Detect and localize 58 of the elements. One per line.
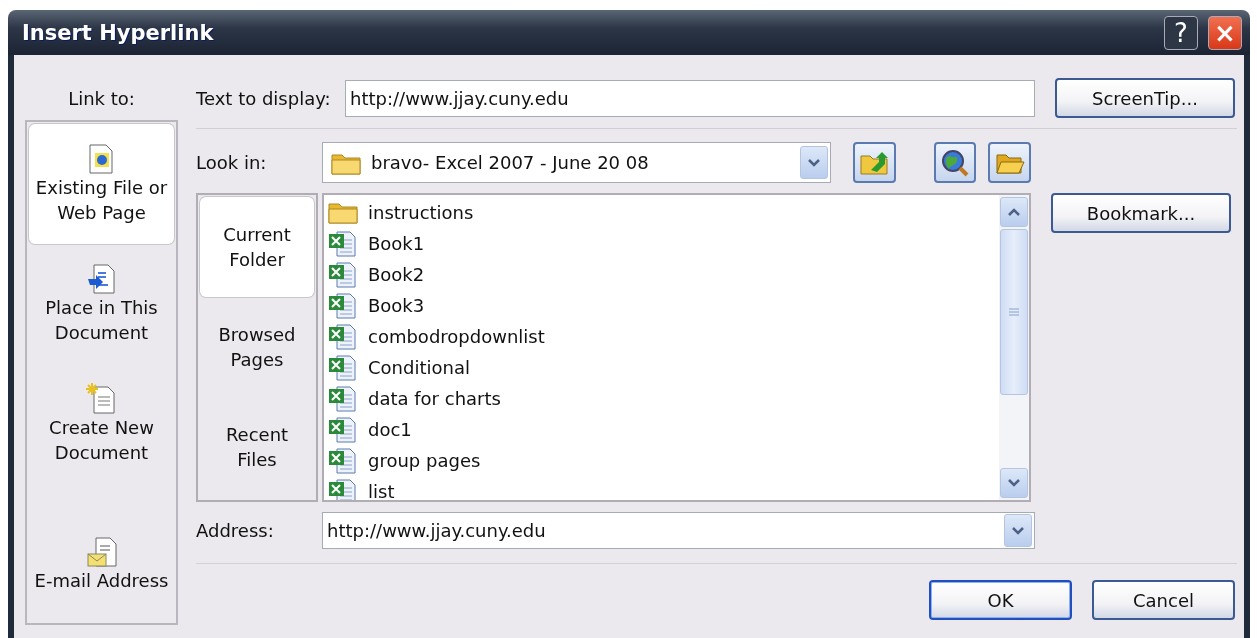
link-to-item[interactable]: Existing File or Web Page: [29, 124, 174, 244]
spreadsheet-icon: [328, 354, 358, 381]
link-to-label: Link to:: [68, 87, 135, 109]
help-button[interactable]: ?: [1164, 15, 1198, 50]
screentip-button[interactable]: ScreenTip...: [1055, 78, 1235, 118]
dialog-button[interactable]: Cancel: [1092, 580, 1235, 620]
dialog-button[interactable]: OK: [929, 580, 1072, 620]
view-tab[interactable]: Recent Files: [200, 397, 314, 497]
window-title: Insert Hyperlink: [22, 20, 215, 45]
view-tab[interactable]: Browsed Pages: [200, 297, 314, 397]
dropdown-button[interactable]: [1004, 514, 1032, 547]
spreadsheet-icon: [328, 385, 358, 412]
spreadsheet-icon: [328, 261, 358, 288]
file-list-item[interactable]: doc1: [328, 414, 999, 445]
dropdown-button[interactable]: [799, 146, 828, 179]
file-list-item[interactable]: Conditional: [328, 352, 999, 383]
file-list-item[interactable]: Book1: [328, 228, 999, 259]
scroll-thumb[interactable]: [1000, 229, 1028, 395]
spreadsheet-icon: [328, 292, 358, 319]
spreadsheet-icon: [328, 447, 358, 474]
file-list-item[interactable]: Book2: [328, 259, 999, 290]
envelope-document-icon: [85, 536, 118, 568]
file-list-item[interactable]: instructions: [328, 197, 999, 228]
chevron-down-icon: [806, 157, 821, 168]
view-tab[interactable]: Current Folder: [200, 197, 314, 297]
file-list-item[interactable]: combodropdownlist: [328, 321, 999, 352]
file-list-item[interactable]: group pages: [328, 445, 999, 476]
spreadsheet-icon: [328, 323, 358, 350]
document-arrow-icon: [85, 262, 118, 295]
file-list-item[interactable]: list: [328, 476, 999, 500]
link-to-item[interactable]: Create New Document: [29, 363, 174, 484]
scroll-down-button[interactable]: [1000, 468, 1028, 498]
link-to-item[interactable]: E-mail Address: [29, 483, 174, 621]
grip-icon: [1008, 308, 1020, 316]
look-in-dropdown[interactable]: bravo- Excel 2007 - June 20 08: [322, 142, 831, 183]
close-button[interactable]: ×: [1208, 15, 1242, 50]
file-list-item[interactable]: Book3: [328, 290, 999, 321]
scrollbar[interactable]: [999, 195, 1029, 500]
link-to-item[interactable]: Place in This Document: [29, 243, 174, 364]
text-to-display-field[interactable]: http://www.jjay.cuny.edu: [345, 79, 1035, 117]
chevron-up-icon: [1007, 207, 1021, 217]
scroll-up-button[interactable]: [1000, 197, 1028, 227]
address-field[interactable]: http://www.jjay.cuny.edu: [322, 512, 1035, 549]
chevron-down-icon: [1007, 478, 1021, 488]
browse-file-button[interactable]: [988, 142, 1031, 183]
spreadsheet-icon: [328, 230, 358, 257]
new-document-icon: [85, 382, 118, 415]
globe-magnifier-icon: [940, 147, 970, 178]
text-to-display-label: Text to display:: [196, 87, 332, 109]
folder-up-arrow-icon: [859, 149, 890, 176]
browse-web-button[interactable]: [933, 142, 977, 183]
spreadsheet-icon: [328, 416, 358, 443]
look-in-label: Look in:: [196, 152, 267, 173]
bookmark-button[interactable]: Bookmark...: [1051, 193, 1231, 233]
address-label: Address:: [196, 520, 274, 541]
file-list-item[interactable]: data for charts: [328, 383, 999, 414]
chevron-down-icon: [1011, 525, 1025, 536]
up-folder-button[interactable]: [852, 142, 896, 183]
